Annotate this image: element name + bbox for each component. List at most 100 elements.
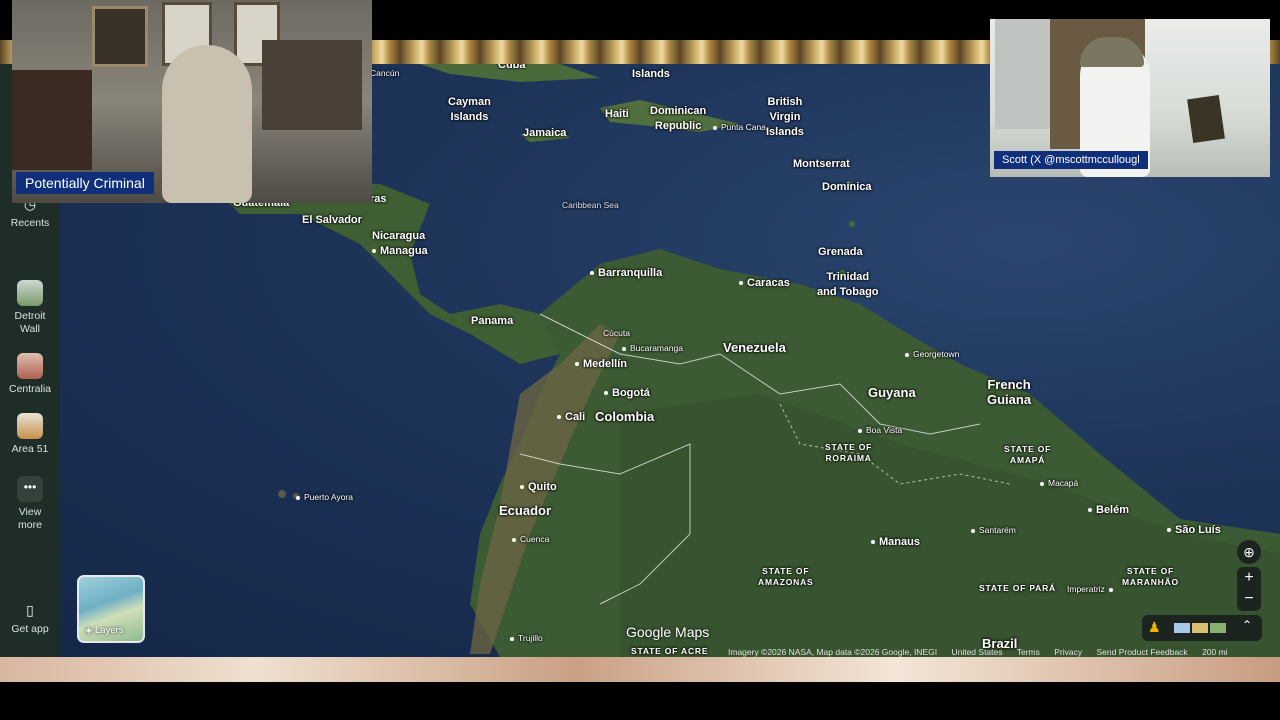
map-label-state-amapa[interactable]: STATE OF AMAPÁ xyxy=(1004,444,1051,466)
map-label-state-para[interactable]: STATE OF PARÁ xyxy=(979,583,1056,594)
host-name-tag: Potentially Criminal xyxy=(16,172,154,194)
my-location-button[interactable]: ⊕ xyxy=(1237,540,1261,564)
zoom-in-button[interactable]: + xyxy=(1237,567,1261,589)
map-label-macapa[interactable]: Macapá xyxy=(1040,476,1078,491)
map-label-trinidad-and-tobago[interactable]: Trinidad and Tobago xyxy=(817,270,879,300)
map-label-haiti[interactable]: Haiti xyxy=(605,107,629,122)
map-label-ecuador[interactable]: Ecuador xyxy=(499,503,551,518)
map-label-british-virgin-islands[interactable]: British Virgin Islands xyxy=(766,95,804,140)
layers-button[interactable]: ◈ Layers xyxy=(77,575,145,643)
sidebar-item-label: View xyxy=(18,506,42,518)
map-label-quito[interactable]: Quito xyxy=(520,480,557,495)
map-bottom-toolbar: ♟ ⌃ xyxy=(1142,615,1262,641)
map-label-dominican-republic[interactable]: Dominican Republic xyxy=(650,104,706,134)
more-icon: ••• xyxy=(17,476,43,502)
map-label-manaus[interactable]: Manaus xyxy=(871,535,920,550)
scale-bar[interactable]: 200 mi xyxy=(1202,647,1228,657)
map-type-thumb-terrain[interactable] xyxy=(1192,623,1208,633)
layers-label: ◈ Layers xyxy=(85,625,124,636)
map-label-medellin[interactable]: Medellín xyxy=(575,357,627,372)
attribution-region[interactable]: United States xyxy=(951,647,1002,657)
map-label-bucaramanga[interactable]: Bucaramanga xyxy=(622,341,683,356)
map-label-honduras[interactable]: ras xyxy=(370,192,387,207)
map-label-managua[interactable]: Managua xyxy=(372,244,428,259)
wall-plaque xyxy=(1187,94,1225,144)
sidebar-item-view-more[interactable]: ••• View more xyxy=(0,476,60,532)
map-type-thumb-satellite[interactable] xyxy=(1174,623,1190,633)
host-person xyxy=(162,45,252,203)
privacy-link[interactable]: Privacy xyxy=(1054,647,1082,657)
sidebar-item-get-app[interactable]: ▯ Get app xyxy=(0,602,60,636)
map-label-cali[interactable]: Cali xyxy=(557,410,585,425)
map-type-thumb-default[interactable] xyxy=(1210,623,1226,633)
phone-icon: ▯ xyxy=(26,602,34,618)
map-label-montserrat[interactable]: Montserrat xyxy=(793,157,850,172)
expand-up-icon[interactable]: ⌃ xyxy=(1242,618,1252,632)
sidebar-item-label: Recents xyxy=(10,217,50,229)
map-attribution: Imagery ©2026 NASA, Map data ©2026 Googl… xyxy=(728,647,1240,657)
map-label-cucuta[interactable]: Cúcuta xyxy=(603,326,630,341)
attribution-imagery: Imagery ©2026 NASA, Map data ©2026 Googl… xyxy=(728,647,938,657)
place-thumbnail xyxy=(17,413,43,439)
map-label-caribbean-sea: Caribbean Sea xyxy=(562,200,619,210)
map-label-french-guiana[interactable]: French Guiana xyxy=(987,377,1031,407)
sidebar-item-area-51[interactable]: Area 51 xyxy=(0,413,60,456)
map-label-punta-cana[interactable]: Punta Cana xyxy=(713,120,766,135)
map-label-state-roraima[interactable]: STATE OF RORAIMA xyxy=(825,442,872,464)
zoom-out-button[interactable]: − xyxy=(1237,589,1261,611)
map-label-nicaragua[interactable]: Nicaragua xyxy=(372,229,425,244)
map-label-cuba[interactable]: Cuba xyxy=(498,64,526,73)
map-label-boa-vista[interactable]: Boa Vista xyxy=(858,423,902,438)
feedback-link[interactable]: Send Product Feedback xyxy=(1096,647,1187,657)
wall-frame xyxy=(92,6,148,67)
map-label-puerto-ayora[interactable]: Puerto Ayora xyxy=(296,490,353,505)
crosshair-icon: ⊕ xyxy=(1243,544,1255,560)
layers-icon: ◈ xyxy=(85,625,93,636)
sidebar-item-label: Wall xyxy=(19,323,41,335)
ornamental-frame-bottom xyxy=(0,657,1280,682)
map-label-state-maranhao[interactable]: STATE OF MARANHÃO xyxy=(1122,566,1179,588)
host-webcam: Potentially Criminal xyxy=(12,0,372,203)
sidebar-item-label: Area 51 xyxy=(11,443,49,455)
sidebar-item-label: Detroit xyxy=(14,310,46,322)
sidebar-item-label: more xyxy=(18,519,42,531)
map-label-imperatriz[interactable]: Imperatriz xyxy=(1067,582,1117,597)
map-label-georgetown[interactable]: Georgetown xyxy=(905,347,959,362)
map-label-state-amazonas[interactable]: STATE OF AMAZONAS xyxy=(758,566,814,588)
terms-link[interactable]: Terms xyxy=(1017,647,1040,657)
bookshelf xyxy=(12,70,92,170)
map-label-grenada[interactable]: Grenada xyxy=(818,245,863,260)
map-label-barranquilla[interactable]: Barranquilla xyxy=(590,266,662,281)
map-label-venezuela[interactable]: Venezuela xyxy=(723,340,786,355)
map-label-bogota[interactable]: Bogotá xyxy=(604,386,650,401)
map-label-islands[interactable]: Islands xyxy=(632,67,670,82)
sidebar-item-label: Centralia xyxy=(8,383,52,395)
map-label-cayman-islands[interactable]: Cayman Islands xyxy=(448,95,491,125)
map-label-trujillo[interactable]: Trujillo xyxy=(510,631,543,646)
map-label-sao-luis[interactable]: São Luís xyxy=(1167,523,1221,538)
map-label-santarem[interactable]: Santarém xyxy=(971,523,1016,538)
sidebar-item-label: Get app xyxy=(11,623,49,635)
map-label-caracas[interactable]: Caracas xyxy=(739,276,790,291)
map-label-state-acre[interactable]: STATE OF ACRE xyxy=(631,646,708,657)
pegman-icon[interactable]: ♟ xyxy=(1148,619,1161,636)
map-label-el-salvador[interactable]: El Salvador xyxy=(302,213,362,228)
place-thumbnail xyxy=(17,280,43,306)
shelf xyxy=(262,40,362,130)
map-label-dominica[interactable]: Dominica xyxy=(822,180,872,195)
map-label-cuenca[interactable]: Cuenca xyxy=(512,532,549,547)
bottom-black-bar xyxy=(0,682,1280,720)
zoom-controls: + − xyxy=(1237,567,1261,611)
map-label-colombia[interactable]: Colombia xyxy=(595,409,654,424)
map-label-belem[interactable]: Belém xyxy=(1088,503,1129,518)
place-thumbnail xyxy=(17,353,43,379)
sidebar-item-detroit-wall[interactable]: Detroit Wall xyxy=(0,280,60,336)
sidebar-item-centralia[interactable]: Centralia xyxy=(0,353,60,396)
map-label-cancun[interactable]: Cancún xyxy=(370,66,399,81)
map-label-jamaica[interactable]: Jamaica xyxy=(523,126,566,141)
map-label-guyana[interactable]: Guyana xyxy=(868,385,916,400)
map-label-panama[interactable]: Panama xyxy=(471,314,513,329)
google-maps-watermark: Google Maps xyxy=(626,624,710,640)
guest-name-tag: Scott (X @mscottmccullougl xyxy=(994,151,1148,169)
guest-webcam: Scott (X @mscottmccullougl xyxy=(990,19,1270,177)
